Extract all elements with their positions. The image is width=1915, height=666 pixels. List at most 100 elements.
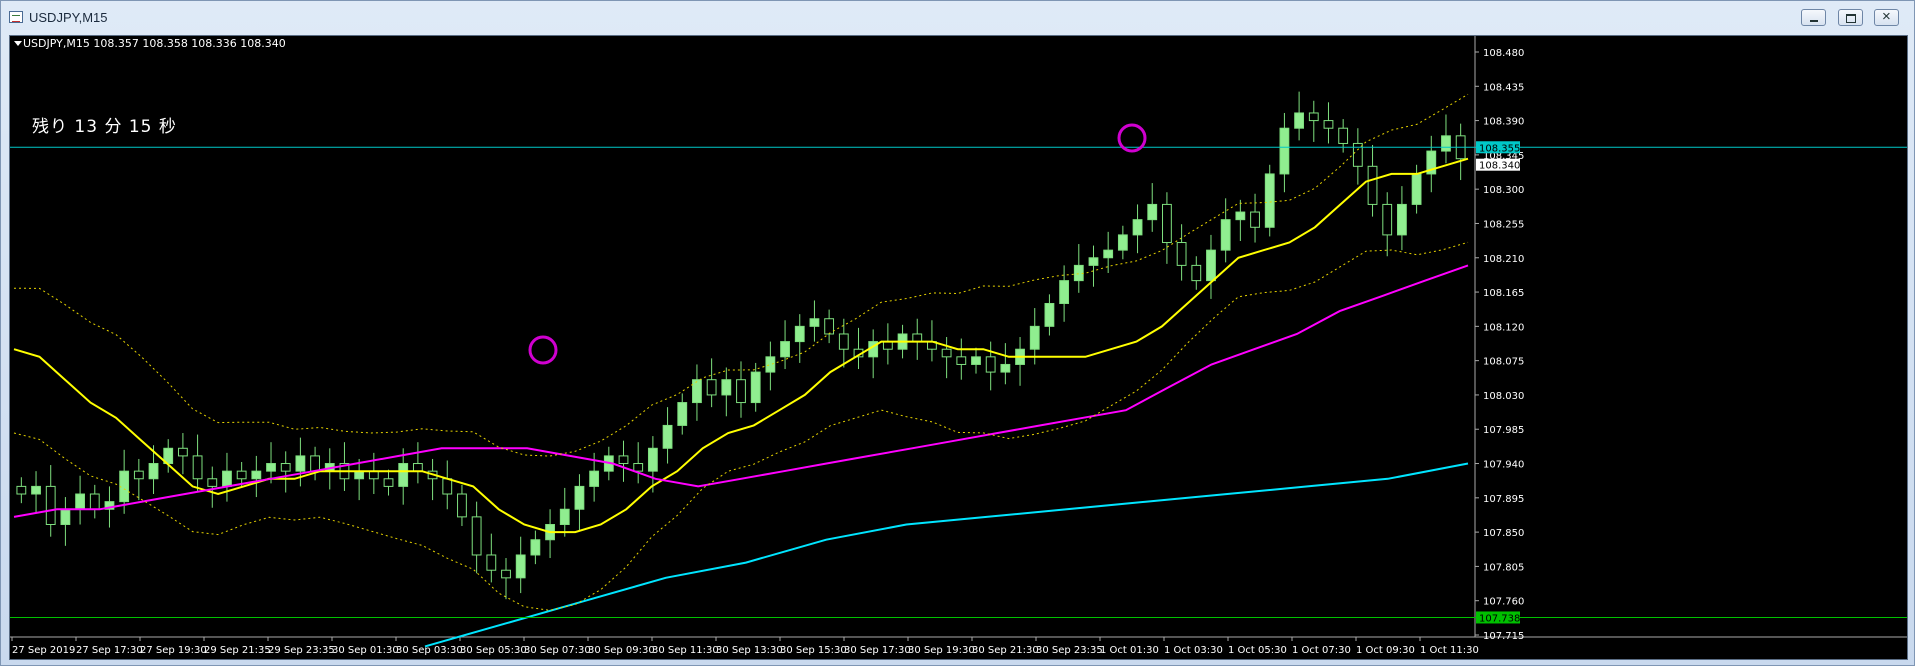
candle [1191,264,1202,282]
candle [882,341,893,350]
candle [985,356,996,373]
candle [119,470,130,503]
candle [295,455,306,472]
close-button[interactable] [1874,8,1899,26]
y-tick-label: 107.850 [1483,528,1524,539]
candle [222,470,232,487]
candle [1103,249,1114,259]
window-title: USDJPY,M15 [29,10,108,25]
x-tick-label: 29 Sep 23:35 [268,645,335,656]
candle [1059,280,1070,304]
candle [354,470,365,480]
candle [794,325,805,343]
x-tick-label: 30 Sep 17:30 [844,645,911,656]
y-tick-label: 108.480 [1483,48,1524,59]
candle [192,455,203,480]
candle [1044,302,1055,327]
candle [956,356,967,365]
candle [633,463,644,472]
candle [1220,219,1231,251]
annotation-circle [528,335,558,365]
chart-menu-arrow-icon[interactable] [14,41,22,46]
x-tick-label: 30 Sep 09:30 [588,645,655,656]
x-tick-label: 30 Sep 19:30 [908,645,975,656]
candle [706,379,717,396]
candle [1308,112,1319,122]
x-tick-label: 29 Sep 21:35 [204,645,271,656]
candle [589,470,600,487]
candle [1206,249,1216,282]
candle [1162,203,1172,244]
price-level-tag-label: 108.340 [1479,161,1520,172]
candle [574,485,585,510]
candle [1397,203,1407,236]
candle [838,333,849,350]
y-tick-label: 108.075 [1483,357,1524,368]
candle [1029,325,1040,350]
candle [1000,363,1011,373]
candle [251,470,262,480]
candle [177,447,188,457]
bollinger-lower [13,241,1469,611]
candle [1279,127,1290,175]
candle [31,485,41,495]
x-tick-label: 30 Sep 23:35 [1036,645,1103,656]
candle [266,463,276,472]
ma-yellow-line [13,157,1469,534]
candle [1132,219,1143,236]
candle [148,463,159,480]
candle [1176,242,1187,266]
candle [45,485,56,525]
candle [133,470,144,480]
candle [501,569,511,579]
candle [1367,165,1378,205]
title-bar[interactable]: USDJPY,M15 [1,1,1914,35]
candle [971,356,981,365]
candle [368,470,379,480]
candle [280,463,291,472]
y-tick-label: 108.210 [1483,254,1524,265]
candle [16,485,27,495]
y-tick-label: 107.895 [1483,494,1524,505]
y-tick-label: 108.300 [1483,185,1524,196]
x-tick-label: 30 Sep 21:30 [972,645,1039,656]
candle [824,318,835,335]
x-tick-label: 30 Sep 07:30 [524,645,591,656]
candle-timer: 残り 13 分 15 秒 [32,117,177,137]
candle [941,348,952,358]
x-tick-label: 1 Oct 11:30 [1420,645,1479,656]
candle [442,478,453,495]
x-tick-label: 30 Sep 13:30 [716,645,783,656]
candle [809,318,820,327]
candle [310,455,320,472]
candle [457,493,467,518]
restore-button[interactable] [1838,9,1863,26]
candle [721,379,732,396]
price-chart[interactable]: 108.480108.435108.390108.345108.300108.2… [10,36,1907,659]
x-tick-label: 27 Sep 17:30 [76,645,143,656]
candle [1338,127,1349,144]
candle [1382,203,1393,236]
candle [780,341,790,358]
x-tick-label: 30 Sep 11:30 [652,645,719,656]
candle [1088,257,1099,266]
x-tick-label: 1 Oct 07:30 [1292,645,1351,656]
x-tick-label: 30 Sep 01:30 [332,645,399,656]
x-tick-label: 1 Oct 03:30 [1164,645,1223,656]
candle [530,539,541,556]
candle [207,478,218,487]
candle [471,516,482,556]
y-tick-label: 108.390 [1483,117,1524,128]
y-tick-label: 108.435 [1483,82,1524,93]
chart-area[interactable]: 108.480 108.435 108.390 108.345 108.300 108.2… [9,35,1908,660]
y-tick-label: 108.030 [1483,391,1524,402]
candle [1294,112,1305,129]
candle [515,554,526,579]
candle [692,379,702,404]
x-tick-label: 27 Sep 2019 [12,645,75,656]
minimize-button[interactable] [1801,9,1826,26]
x-tick-label: 27 Sep 19:30 [140,645,207,656]
x-tick-label: 30 Sep 15:30 [780,645,847,656]
y-tick-label: 107.715 [1483,631,1524,642]
chart-window: USDJPY,M15 108.480108.435108.390108.3451… [0,0,1915,666]
